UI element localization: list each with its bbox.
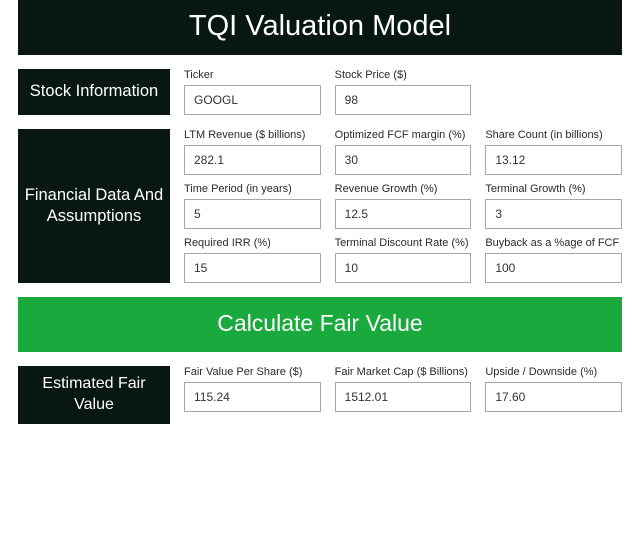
terminal-discount-field: Terminal Discount Rate (%)	[335, 237, 472, 283]
required-irr-input[interactable]	[184, 253, 321, 283]
ticker-label: Ticker	[184, 69, 321, 81]
buyback-input[interactable]	[485, 253, 622, 283]
fcf-margin-label: Optimized FCF margin (%)	[335, 129, 472, 141]
fcf-margin-input[interactable]	[335, 145, 472, 175]
buyback-field: Buyback as a %age of FCF	[485, 237, 622, 283]
stock-info-label: Stock Information	[18, 69, 170, 115]
share-count-label: Share Count (in billions)	[485, 129, 622, 141]
fmc-output	[335, 382, 472, 412]
share-count-input[interactable]	[485, 145, 622, 175]
fmc-label: Fair Market Cap ($ Billions)	[335, 366, 472, 378]
stock-price-field: Stock Price ($)	[335, 69, 472, 115]
calculate-button[interactable]: Calculate Fair Value	[18, 297, 622, 352]
ticker-field: Ticker	[184, 69, 321, 115]
ltm-revenue-input[interactable]	[184, 145, 321, 175]
share-count-field: Share Count (in billions)	[485, 129, 622, 175]
assumptions-label: Financial Data And Assumptions	[18, 129, 170, 283]
result-section: Estimated Fair Value Fair Value Per Shar…	[18, 366, 622, 424]
stock-price-label: Stock Price ($)	[335, 69, 472, 81]
upside-field: Upside / Downside (%)	[485, 366, 622, 424]
stock-price-input[interactable]	[335, 85, 472, 115]
time-period-input[interactable]	[184, 199, 321, 229]
terminal-discount-label: Terminal Discount Rate (%)	[335, 237, 472, 249]
stock-info-section: Stock Information Ticker Stock Price ($)	[18, 69, 622, 115]
fvps-output	[184, 382, 321, 412]
upside-label: Upside / Downside (%)	[485, 366, 622, 378]
time-period-field: Time Period (in years)	[184, 183, 321, 229]
revenue-growth-field: Revenue Growth (%)	[335, 183, 472, 229]
ltm-revenue-field: LTM Revenue ($ billions)	[184, 129, 321, 175]
upside-output	[485, 382, 622, 412]
time-period-label: Time Period (in years)	[184, 183, 321, 195]
terminal-growth-label: Terminal Growth (%)	[485, 183, 622, 195]
terminal-discount-input[interactable]	[335, 253, 472, 283]
revenue-growth-label: Revenue Growth (%)	[335, 183, 472, 195]
buyback-label: Buyback as a %age of FCF	[485, 237, 622, 249]
page-title: TQI Valuation Model	[18, 0, 622, 55]
ltm-revenue-label: LTM Revenue ($ billions)	[184, 129, 321, 141]
fvps-label: Fair Value Per Share ($)	[184, 366, 321, 378]
required-irr-label: Required IRR (%)	[184, 237, 321, 249]
fmc-field: Fair Market Cap ($ Billions)	[335, 366, 472, 424]
result-label: Estimated Fair Value	[18, 366, 170, 424]
terminal-growth-field: Terminal Growth (%)	[485, 183, 622, 229]
revenue-growth-input[interactable]	[335, 199, 472, 229]
assumptions-section: Financial Data And Assumptions LTM Reven…	[18, 129, 622, 283]
required-irr-field: Required IRR (%)	[184, 237, 321, 283]
ticker-input[interactable]	[184, 85, 321, 115]
fcf-margin-field: Optimized FCF margin (%)	[335, 129, 472, 175]
terminal-growth-input[interactable]	[485, 199, 622, 229]
fvps-field: Fair Value Per Share ($)	[184, 366, 321, 424]
